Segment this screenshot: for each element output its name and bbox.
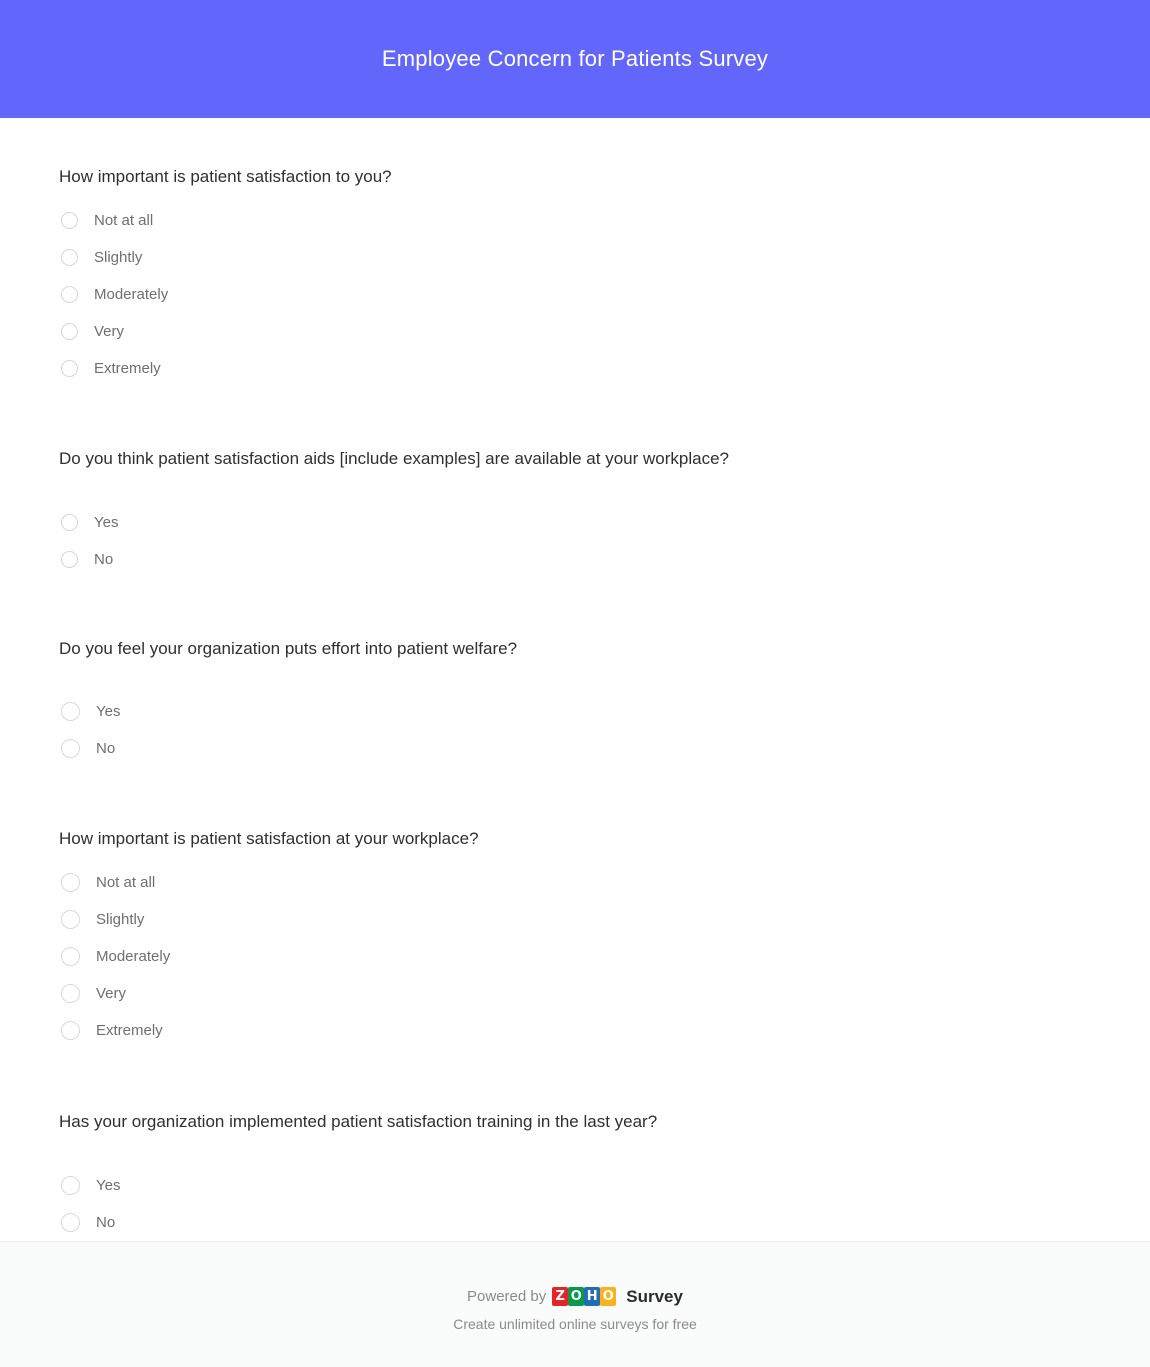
option-row[interactable]: Very: [59, 975, 1091, 1012]
option-row[interactable]: No: [59, 541, 1091, 578]
zoho-logo-letter-h: H: [584, 1287, 601, 1307]
question-title: Do you feel your organization puts effor…: [59, 638, 518, 658]
option-row[interactable]: Slightly: [59, 901, 1091, 938]
question-title: Has your organization implemented patien…: [59, 1112, 658, 1132]
radio-button-icon[interactable]: [61, 513, 78, 531]
question-title: How important is patient satisfaction at…: [59, 829, 479, 849]
question-block-q2: Do you think patient satisfaction aids […: [59, 447, 1091, 578]
option-label: Slightly: [94, 248, 143, 266]
radio-button-icon[interactable]: [61, 211, 78, 229]
radio-button-icon[interactable]: [61, 285, 78, 303]
zoho-survey-product-name: Survey: [626, 1286, 683, 1306]
survey-questions-container: How important is patient satisfaction to…: [0, 118, 1150, 1241]
radio-button-icon[interactable]: [61, 1212, 80, 1232]
question-block-q3: Do you feel your organization puts effor…: [59, 637, 1091, 768]
footer-tagline: Create unlimited online surveys for free: [453, 1315, 697, 1332]
zoho-logo-letter-o2: O: [600, 1287, 617, 1307]
page-title: Employee Concern for Patients Survey: [381, 45, 769, 71]
option-row[interactable]: Not at all: [59, 202, 1091, 239]
radio-button-icon[interactable]: [61, 1175, 80, 1195]
option-group-q4: Not at all Slightly Moderately Very Extr…: [59, 864, 1091, 1049]
option-label: Moderately: [96, 948, 171, 966]
option-label: Extremely: [94, 359, 161, 377]
option-row[interactable]: Moderately: [59, 938, 1091, 975]
question-block-q5: Has your organization implemented patien…: [59, 1110, 1091, 1241]
option-row[interactable]: Yes: [59, 693, 1091, 730]
option-label: Yes: [94, 513, 119, 531]
option-label: Yes: [96, 1176, 121, 1194]
option-row[interactable]: Yes: [59, 1167, 1091, 1204]
radio-button-icon[interactable]: [61, 984, 80, 1004]
survey-page: Employee Concern for Patients Survey How…: [0, 0, 1150, 1367]
option-label: No: [94, 550, 114, 568]
option-label: No: [96, 1213, 116, 1231]
option-label: Moderately: [94, 285, 169, 303]
powered-by-row: Powered by Z O H O Survey: [467, 1287, 683, 1307]
radio-button-icon[interactable]: [61, 702, 80, 722]
option-row[interactable]: Yes: [59, 504, 1091, 541]
question-title: Do you think patient satisfaction aids […: [59, 448, 729, 468]
radio-button-icon[interactable]: [61, 739, 80, 759]
radio-button-icon[interactable]: [61, 873, 80, 893]
option-label: Extremely: [96, 1022, 163, 1040]
option-label: Very: [94, 322, 125, 340]
option-label: No: [96, 740, 116, 758]
radio-button-icon[interactable]: [61, 1021, 80, 1041]
option-group-q1: Not at all Slightly Moderately Very Extr…: [59, 202, 1091, 387]
option-row[interactable]: Extremely: [59, 1012, 1091, 1049]
zoho-logo-letter-z: Z: [552, 1287, 569, 1307]
survey-header: Employee Concern for Patients Survey: [0, 0, 1150, 118]
question-title: How important is patient satisfaction to…: [59, 167, 392, 186]
option-row[interactable]: Slightly: [59, 239, 1091, 276]
option-label: Not at all: [96, 874, 156, 892]
radio-button-icon[interactable]: [61, 359, 78, 377]
survey-footer: Powered by Z O H O Survey Create unlimit…: [0, 1240, 1150, 1367]
option-label: Yes: [96, 703, 121, 721]
option-row[interactable]: Extremely: [59, 350, 1091, 387]
option-row[interactable]: Not at all: [59, 864, 1091, 901]
option-label: Very: [96, 985, 127, 1003]
radio-button-icon[interactable]: [61, 322, 78, 340]
option-group-q5: Yes No: [59, 1167, 1091, 1241]
radio-button-icon[interactable]: [61, 248, 78, 266]
option-group-q2: Yes No: [59, 504, 1091, 578]
radio-button-icon[interactable]: [61, 550, 78, 568]
question-block-q4: How important is patient satisfaction at…: [59, 827, 1091, 1049]
radio-button-icon[interactable]: [61, 910, 80, 930]
question-block-q1: How important is patient satisfaction to…: [59, 165, 1091, 387]
option-label: Slightly: [96, 911, 145, 929]
radio-button-icon[interactable]: [61, 947, 80, 967]
option-label: Not at all: [94, 211, 154, 229]
zoho-logo[interactable]: Z O H O: [552, 1287, 617, 1307]
zoho-logo-letter-o1: O: [568, 1287, 585, 1307]
option-row[interactable]: No: [59, 730, 1091, 767]
option-row[interactable]: No: [59, 1204, 1091, 1241]
option-row[interactable]: Very: [59, 313, 1091, 350]
powered-by-label: Powered by: [467, 1288, 547, 1306]
option-group-q3: Yes No: [59, 693, 1091, 767]
option-row[interactable]: Moderately: [59, 276, 1091, 313]
